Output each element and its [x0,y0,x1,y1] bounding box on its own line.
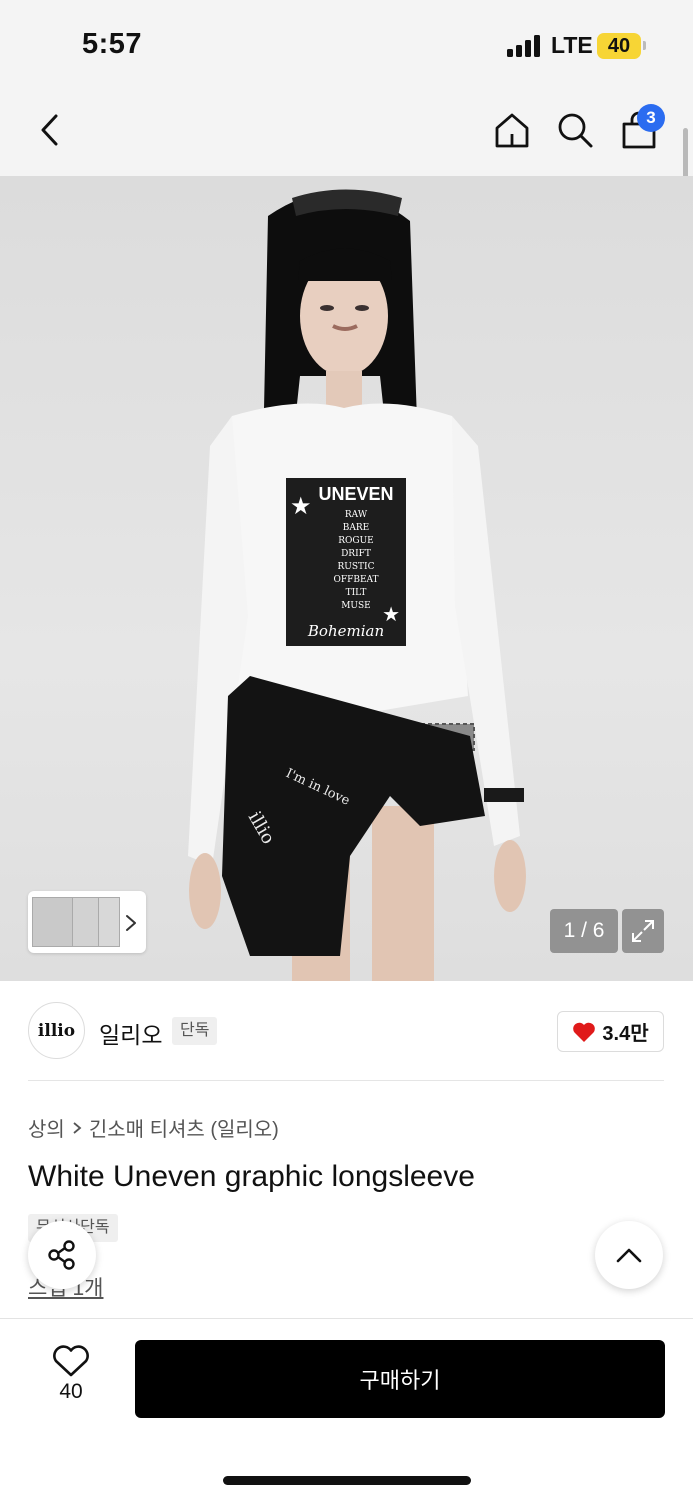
chevron-left-icon [41,114,58,146]
home-icon [495,113,529,148]
battery-icon: 40 [597,33,641,59]
brand-like-button[interactable]: 3.4만 [557,1011,664,1052]
heart-icon [53,1345,89,1377]
cart-count-badge: 3 [637,104,665,132]
heart-filled-icon [573,1022,596,1042]
brand-logo[interactable]: illio [28,1002,85,1059]
breadcrumb-subcategory[interactable]: 긴소매 티셔츠 (일리오) [89,1113,279,1142]
product-image[interactable]: illio I'm in love UNEVEN ★ RAW BARE ROGU… [0,176,693,981]
product-title: White Uneven graphic longsleeve [28,1160,475,1193]
divider [28,1080,664,1081]
expand-button[interactable] [622,909,664,953]
wishlist-button[interactable]: 40 [44,1344,98,1414]
brand-like-count: 3.4만 [602,1023,649,1045]
graphic-line: RUSTIC [337,562,375,572]
graphic-line: DRIFT [341,549,371,559]
status-time: 5:57 [82,28,143,60]
share-button[interactable] [28,1221,96,1289]
share-icon [48,1240,75,1270]
chevron-right-icon [73,1121,82,1134]
scroll-top-button[interactable] [595,1221,663,1289]
shirt-graphic: UNEVEN ★ RAW BARE ROGUE DRIFT RUSTIC OFF… [286,478,406,646]
thumbnail[interactable] [98,897,120,947]
signal-icon [507,35,543,57]
wishlist-count: 40 [59,1380,83,1403]
home-button[interactable] [488,106,536,154]
home-indicator [223,1476,471,1485]
graphic-line: TILT [345,588,367,598]
graphic-line: ROGUE [338,536,374,546]
search-icon [558,113,593,148]
brand-name[interactable]: 일리오 [99,1016,162,1050]
breadcrumb: 상의 긴소매 티셔츠 (일리오) [28,1113,279,1142]
breadcrumb-category[interactable]: 상의 [28,1113,65,1142]
graphic-script: Bohemian [307,622,385,640]
graphic-line: OFFBEAT [333,575,379,585]
chevron-up-icon [616,1248,642,1263]
graphic-line: BARE [342,523,370,533]
battery-tip [643,41,646,50]
expand-icon [632,920,654,942]
graphic-star: ★ [290,493,312,520]
search-button[interactable] [551,106,599,154]
back-button[interactable] [26,106,74,154]
chevron-right-icon[interactable] [124,913,138,933]
image-counter: 1 / 6 [550,909,618,953]
network-label: LTE [551,32,593,58]
exclusive-badge: 단독 [172,1017,218,1045]
buy-button[interactable]: 구매하기 [135,1340,665,1418]
thumbnail[interactable] [32,897,76,947]
